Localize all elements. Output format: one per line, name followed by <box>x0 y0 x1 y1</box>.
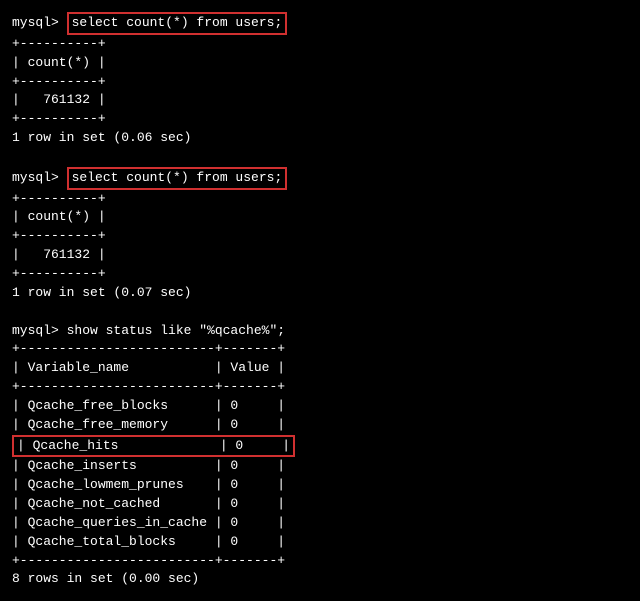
query1-div-mid: +----------+ <box>12 73 628 92</box>
query3-row-2-highlight: | Qcache_hits | 0 | <box>12 435 628 458</box>
query2-div-top: +----------+ <box>12 190 628 209</box>
query1-command-highlight: select count(*) from users; <box>67 12 288 35</box>
query3-row-3: | Qcache_inserts | 0 | <box>12 457 628 476</box>
query3-div-top: +-------------------------+-------+ <box>12 340 628 359</box>
query3-command: show status like "%qcache%"; <box>67 323 285 338</box>
query3-row-4: | Qcache_lowmem_prunes | 0 | <box>12 476 628 495</box>
query2-command-highlight: select count(*) from users; <box>67 167 288 190</box>
query2-div-mid: +----------+ <box>12 227 628 246</box>
spacer-2 <box>12 303 628 322</box>
query2-value: | 761132 | <box>12 246 628 265</box>
query1-value: | 761132 | <box>12 91 628 110</box>
query2-div-bot: +----------+ <box>12 265 628 284</box>
query3-row-1: | Qcache_free_memory | 0 | <box>12 416 628 435</box>
prompt-line-1: mysql> select count(*) from users; <box>12 12 628 35</box>
query1-div-top: +----------+ <box>12 35 628 54</box>
query3-footer: 8 rows in set (0.00 sec) <box>12 570 628 589</box>
query3-row-0: | Qcache_free_blocks | 0 | <box>12 397 628 416</box>
prompt-line-3: mysql> show status like "%qcache%"; <box>12 322 628 341</box>
query1-header: | count(*) | <box>12 54 628 73</box>
query1-footer: 1 row in set (0.06 sec) <box>12 129 628 148</box>
query1-div-bot: +----------+ <box>12 110 628 129</box>
prompt-2: mysql> <box>12 170 67 185</box>
query3-header: | Variable_name | Value | <box>12 359 628 378</box>
prompt-line-2: mysql> select count(*) from users; <box>12 167 628 190</box>
query2-header: | count(*) | <box>12 208 628 227</box>
qcache-hits-highlight: | Qcache_hits | 0 | <box>12 435 295 458</box>
query3-row-7: | Qcache_total_blocks | 0 | <box>12 533 628 552</box>
query2-footer: 1 row in set (0.07 sec) <box>12 284 628 303</box>
query3-div-bot: +-------------------------+-------+ <box>12 552 628 571</box>
prompt-3: mysql> <box>12 323 67 338</box>
query3-div-mid: +-------------------------+-------+ <box>12 378 628 397</box>
query3-row-5: | Qcache_not_cached | 0 | <box>12 495 628 514</box>
spacer-1 <box>12 148 628 167</box>
prompt-1: mysql> <box>12 15 67 30</box>
query3-row-6: | Qcache_queries_in_cache | 0 | <box>12 514 628 533</box>
